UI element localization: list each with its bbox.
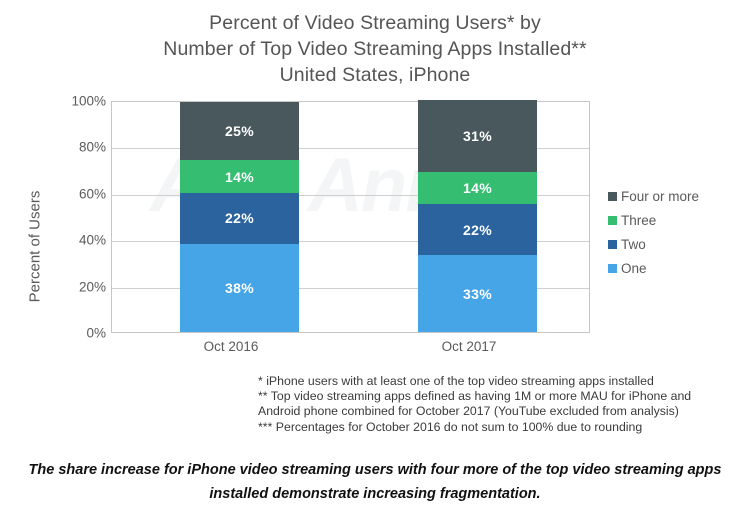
bar-segment-two[interactable]: 22%: [180, 192, 299, 244]
bar-segment-label: 31%: [463, 128, 492, 144]
chart-legend: Four or more Three Two One: [608, 184, 748, 280]
footnote-double-asterisk: ** Top video streaming apps defined as h…: [258, 389, 692, 419]
legend-item-one[interactable]: One: [608, 256, 748, 280]
chart-caption: The share increase for iPhone video stre…: [28, 462, 722, 502]
bar-segment-one[interactable]: 38%: [180, 243, 299, 332]
footnote-single-asterisk: * iPhone users with at least one of the …: [258, 374, 654, 388]
plot-area: App Annie 25% 14% 22% 38% 31% 14% 22% 33%: [111, 100, 590, 333]
bar-segment-label: 33%: [463, 285, 492, 302]
bar-segment-label: 38%: [225, 279, 254, 296]
legend-item-two[interactable]: Two: [608, 232, 748, 256]
bar-segment-three[interactable]: 14%: [418, 171, 537, 205]
title-line-3: United States, iPhone: [279, 64, 471, 86]
legend-label: One: [621, 260, 647, 276]
legend-swatch-icon: [608, 239, 617, 249]
y-tick-40: 40%: [78, 232, 106, 248]
y-tick-60: 60%: [78, 186, 106, 202]
legend-label: Four or more: [621, 188, 700, 204]
bar-segment-four-or-more[interactable]: 25%: [180, 102, 299, 161]
legend-label: Three: [621, 212, 657, 228]
x-axis-tick-label: Oct 2017: [441, 339, 497, 354]
legend-swatch-icon: [608, 215, 617, 225]
y-tick-100: 100%: [71, 93, 106, 109]
y-tick-80: 80%: [78, 139, 106, 155]
bar-segment-four-or-more[interactable]: 31%: [418, 100, 537, 172]
page-title: Percent of Video Streaming Users* by Num…: [0, 10, 750, 88]
y-axis-title: Percent of Users: [26, 190, 44, 303]
title-line-1: Percent of Video Streaming Users* by: [209, 12, 541, 34]
bar-segment-label: 14%: [463, 180, 492, 197]
y-tick-20: 20%: [78, 279, 106, 295]
bar-oct-2017[interactable]: 31% 14% 22% 33%: [418, 100, 537, 332]
x-axis-tick-label: Oct 2016: [203, 339, 259, 354]
y-tick-0: 0%: [86, 325, 106, 341]
bar-segment-two[interactable]: 22%: [418, 204, 537, 256]
bar-segment-one[interactable]: 33%: [418, 255, 537, 332]
legend-item-four-or-more[interactable]: Four or more: [608, 184, 748, 208]
bar-segment-label: 14%: [225, 168, 254, 185]
bar-segment-label: 22%: [463, 221, 492, 238]
legend-label: Two: [621, 236, 646, 252]
bar-segment-label: 22%: [225, 210, 254, 227]
footnotes: * iPhone users with at least one of the …: [258, 374, 708, 435]
legend-item-three[interactable]: Three: [608, 208, 748, 232]
footnote-triple-asterisk: *** Percentages for October 2016 do not …: [258, 419, 643, 434]
title-line-2: Number of Top Video Streaming Apps Insta…: [163, 38, 587, 60]
y-axis-tick-labels: 0% 20% 40% 60% 80% 100%: [52, 93, 106, 341]
bar-segment-label: 25%: [225, 123, 254, 140]
legend-swatch-icon: [608, 263, 617, 273]
bar-oct-2016[interactable]: 25% 14% 22% 38%: [180, 102, 299, 332]
legend-swatch-icon: [608, 191, 617, 201]
bar-segment-three[interactable]: 14%: [180, 160, 299, 193]
